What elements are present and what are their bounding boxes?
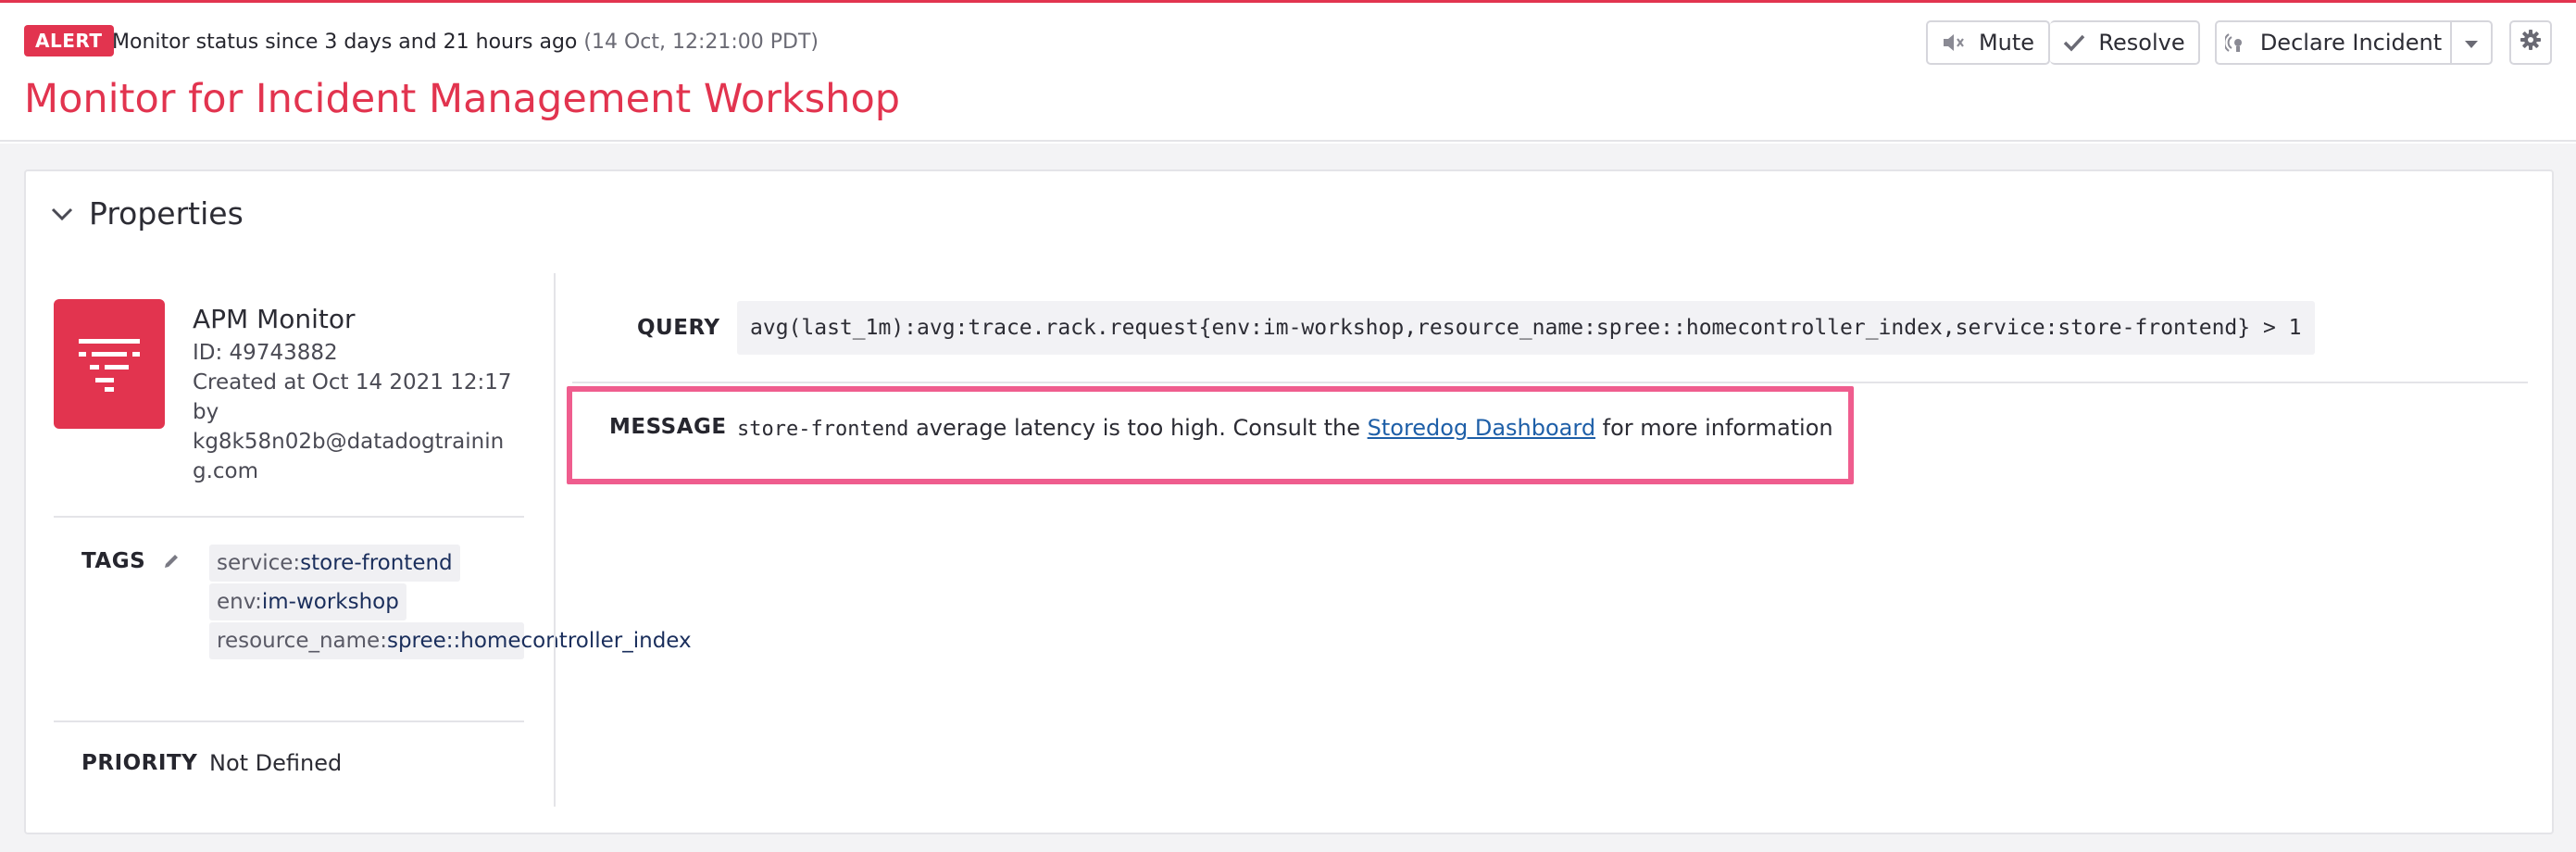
tag-value: spree::homecontroller_index — [386, 629, 692, 653]
column-divider — [554, 273, 556, 807]
properties-heading: Properties — [89, 195, 244, 232]
message-text: store-frontend average latency is too hi… — [737, 410, 1833, 447]
tags-label: TAGS — [81, 549, 146, 573]
tag-value: store-frontend — [300, 551, 453, 575]
resolve-button[interactable]: Resolve — [2050, 20, 2200, 65]
resolve-label: Resolve — [2098, 30, 2185, 56]
chevron-down-icon — [48, 200, 76, 228]
tag-chip[interactable]: env:im-workshop — [209, 583, 406, 620]
properties-panel: Properties APM Monitor ID: 49743882 Crea — [24, 169, 2554, 834]
speaker-mute-icon — [1942, 32, 1966, 53]
monitor-created: Created at Oct 14 2021 12:17 — [193, 370, 512, 395]
monitor-details: APM Monitor ID: 49743882 Created at Oct … — [193, 301, 524, 486]
status-line: Monitor status since 3 days and 21 hours… — [112, 29, 819, 56]
tags-heading: TAGS — [81, 549, 181, 573]
alert-status-badge: ALERT — [24, 25, 114, 56]
pencil-edit-icon[interactable] — [162, 552, 181, 570]
incident-siren-icon — [2224, 31, 2247, 54]
tag-key: resource_name: — [217, 629, 387, 653]
settings-button[interactable] — [2509, 20, 2552, 65]
status-text: Monitor status since 3 days and 21 hours… — [112, 31, 578, 54]
checkmark-icon — [2063, 33, 2085, 52]
tag-chip[interactable]: service:store-frontend — [209, 545, 460, 582]
tag-key: env: — [217, 590, 262, 614]
declare-incident-button[interactable]: Declare Incident — [2215, 20, 2452, 65]
mute-button[interactable]: Mute — [1926, 20, 2050, 65]
gear-icon — [2520, 29, 2542, 56]
monitor-type: APM Monitor — [193, 304, 356, 334]
message-text-after: for more information — [1595, 415, 1833, 441]
query-code: avg(last_1m):avg:trace.rack.request{env:… — [737, 301, 2315, 355]
chevron-down-icon — [2463, 30, 2480, 56]
declare-incident-dropdown-button[interactable] — [2450, 20, 2493, 65]
mute-label: Mute — [1978, 30, 2035, 56]
monitor-author: kg8k58n02b@datadogtraining.com — [193, 430, 505, 483]
priority-value: Not Defined — [209, 750, 343, 776]
message-text-before: average latency is too high. Consult the — [908, 415, 1368, 441]
message-service-code: store-frontend — [737, 418, 909, 441]
monitor-by: by — [193, 400, 219, 424]
message-label: MESSAGE — [609, 415, 727, 439]
divider — [54, 516, 524, 518]
status-timestamp: (14 Oct, 12:21:00 PDT) — [583, 31, 819, 54]
tag-chip[interactable]: resource_name:spree::homecontroller_inde… — [209, 622, 692, 659]
storedog-dashboard-link[interactable]: Storedog Dashboard — [1368, 415, 1595, 441]
monitor-id: ID: 49743882 — [193, 341, 338, 365]
apm-monitor-icon — [54, 299, 165, 429]
declare-incident-label: Declare Incident — [2259, 30, 2443, 56]
properties-toggle[interactable]: Properties — [48, 194, 244, 234]
page-title: Monitor for Incident Management Workshop — [24, 76, 901, 122]
tag-value: im-workshop — [261, 590, 399, 614]
divider — [54, 720, 524, 722]
monitor-header: ALERT Monitor status since 3 days and 21… — [0, 3, 2576, 142]
divider — [572, 382, 2528, 383]
query-label: QUERY — [637, 316, 720, 340]
priority-label: PRIORITY — [81, 751, 198, 775]
tag-key: service: — [217, 551, 301, 575]
